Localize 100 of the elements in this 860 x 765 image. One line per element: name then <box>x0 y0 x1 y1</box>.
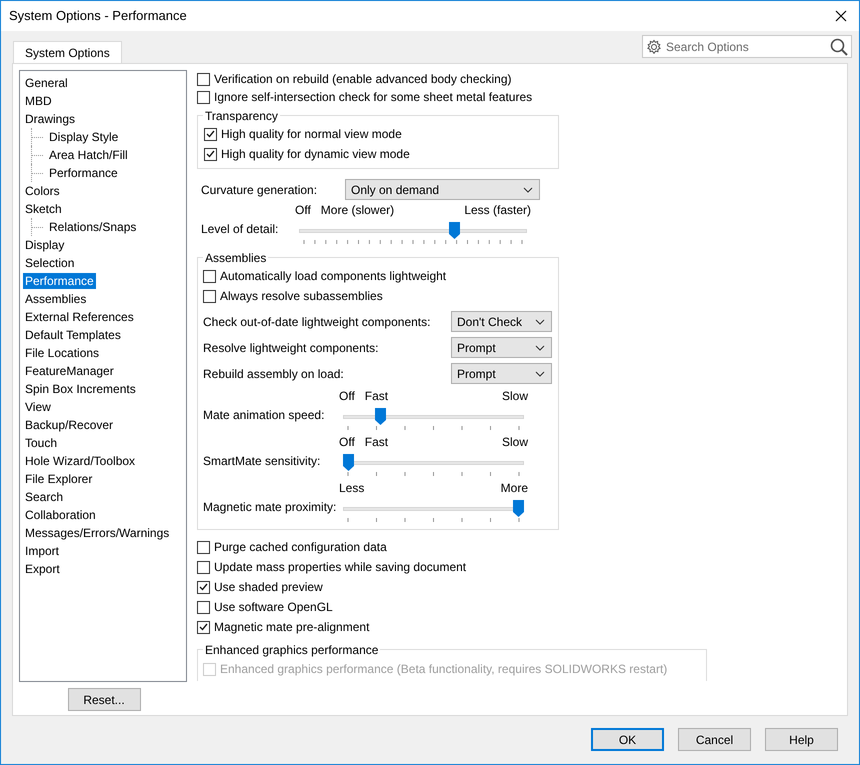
slider-label: Level of detail: <box>201 221 280 238</box>
slider-mark-label: More (slower) <box>320 202 394 219</box>
checkbox-label: Verification on rebuild (enable advanced body checking) <box>214 71 512 88</box>
dialog-button[interactable]: Help <box>765 728 838 751</box>
slider[interactable] <box>299 222 527 239</box>
slider-mark-label: Off <box>295 202 311 219</box>
tree-item[interactable]: Colors <box>23 183 62 199</box>
tree-item[interactable]: Collaboration <box>23 507 98 523</box>
tree-item[interactable]: Default Templates <box>23 327 123 343</box>
slider-thumb[interactable] <box>513 500 524 517</box>
slider-mark-label: Off <box>339 434 355 451</box>
tree-item[interactable]: Sketch <box>23 201 64 217</box>
tree-item[interactable]: Backup/Recover <box>23 417 116 433</box>
search-input[interactable]: Search Options <box>666 38 826 56</box>
checkbox-label: Use shaded preview <box>214 579 323 596</box>
slider-thumb[interactable] <box>448 222 460 239</box>
slider[interactable] <box>343 408 524 425</box>
slider-mark-label: More <box>500 480 528 497</box>
tree-item[interactable]: File Explorer <box>23 471 94 487</box>
checkbox-label: Update mass properties while saving document <box>214 559 466 576</box>
slider-mark-label: Less <box>339 480 364 497</box>
checkbox[interactable] <box>204 128 217 140</box>
tree-item[interactable]: Spin Box Increments <box>23 381 138 397</box>
checkbox[interactable] <box>197 620 210 634</box>
gear-icon[interactable] <box>646 38 662 54</box>
tree-item[interactable]: General <box>23 75 70 91</box>
tab[interactable]: System Options <box>13 41 122 63</box>
checkbox[interactable] <box>197 540 210 554</box>
slider-mark-label: Less (faster) <box>464 202 531 219</box>
checkbox[interactable] <box>203 290 216 302</box>
checkmark-icon <box>206 150 215 158</box>
checkmark-icon <box>199 583 208 591</box>
close-icon[interactable] <box>835 10 847 22</box>
slider[interactable] <box>343 454 524 471</box>
checkbox-label: Purge cached configuration data <box>214 539 387 556</box>
reset-button[interactable]: Reset... <box>68 688 140 711</box>
checkbox[interactable] <box>203 270 216 282</box>
checkbox-label: Always resolve subassemblies <box>220 288 383 305</box>
dropdown[interactable]: Prompt <box>451 363 552 384</box>
field-label: Curvature generation: <box>201 182 318 198</box>
dropdown[interactable]: Only on demand <box>345 179 540 200</box>
checkmark-icon <box>206 130 215 138</box>
checkbox[interactable] <box>197 90 210 104</box>
checkbox[interactable] <box>197 560 210 574</box>
tree-item[interactable]: Display Style <box>47 129 120 145</box>
tree-item[interactable]: Display <box>23 237 66 253</box>
checkbox[interactable] <box>197 600 210 614</box>
slider-mark-label: Fast <box>364 388 388 405</box>
slider-label: SmartMate sensitivity: <box>203 453 322 470</box>
dialog-button[interactable]: Cancel <box>678 728 751 751</box>
slider-label: Mate animation speed: <box>203 407 326 424</box>
slider-thumb[interactable] <box>343 454 354 471</box>
window-title: System Options - Performance <box>9 7 187 26</box>
field-label: Resolve lightweight components: <box>203 340 380 356</box>
checkbox-label: High quality for dynamic view mode <box>221 146 410 163</box>
tree-item[interactable]: FeatureManager <box>23 363 116 379</box>
caret-icon <box>535 370 545 376</box>
caret-icon <box>523 186 533 192</box>
checkbox-label: High quality for normal view mode <box>221 126 402 143</box>
tree-item[interactable]: Import <box>23 543 62 559</box>
search-field[interactable]: Search Options <box>642 35 852 58</box>
tree-item[interactable]: MBD <box>23 93 54 109</box>
tree-item[interactable]: Export <box>23 561 62 577</box>
caret-icon <box>535 344 545 350</box>
slider-label: Magnetic mate proximity: <box>203 499 338 516</box>
checkmark-icon <box>199 623 208 631</box>
checkbox-label: Ignore self-intersection check for some sheet metal features <box>214 89 532 106</box>
tree-item[interactable]: Performance <box>47 165 120 181</box>
dialog-button[interactable]: OK <box>591 728 664 751</box>
slider-mark-label: Fast <box>364 434 388 451</box>
tree-item[interactable]: Drawings <box>23 111 78 127</box>
tree-item[interactable]: Assemblies <box>23 291 88 307</box>
tree-item[interactable]: Touch <box>23 435 60 451</box>
slider-mark-label: Slow <box>502 434 528 451</box>
checkbox[interactable] <box>197 580 210 594</box>
tree-item[interactable]: Search <box>23 489 66 505</box>
tree-item[interactable]: Messages/Errors/Warnings <box>23 525 172 541</box>
checkbox[interactable] <box>204 148 217 160</box>
checkbox-label: Magnetic mate pre-alignment <box>214 619 370 636</box>
caret-icon <box>535 318 545 324</box>
checkbox-label: Automatically load components lightweight <box>220 268 446 285</box>
slider-thumb[interactable] <box>375 408 386 425</box>
tree-item[interactable]: Selection <box>23 255 76 271</box>
slider[interactable] <box>343 500 524 517</box>
tree-item[interactable]: Area Hatch/Fill <box>47 147 130 163</box>
slider-mark-label: Off <box>339 388 355 405</box>
search-icon[interactable] <box>830 38 848 56</box>
dropdown[interactable]: Don't Check <box>451 311 552 332</box>
slider-mark-label: Slow <box>502 388 528 405</box>
checkbox-label: Enhanced graphics performance (Beta functionality, requires SOLIDWORKS restart) <box>220 661 668 678</box>
field-label: Rebuild assembly on load: <box>203 366 345 382</box>
tree-item[interactable]: Hole Wizard/Toolbox <box>23 453 138 469</box>
tree-item[interactable]: View <box>23 399 53 415</box>
field-label: Check out-of-date lightweight components: <box>203 314 432 330</box>
tree-item[interactable]: Relations/Snaps <box>47 219 138 235</box>
tree-item[interactable]: File Locations <box>23 345 102 361</box>
checkbox[interactable] <box>197 72 210 86</box>
dropdown[interactable]: Prompt <box>451 337 552 358</box>
tree-item[interactable]: External References <box>23 309 136 325</box>
tree-item[interactable]: Performance <box>23 273 96 289</box>
